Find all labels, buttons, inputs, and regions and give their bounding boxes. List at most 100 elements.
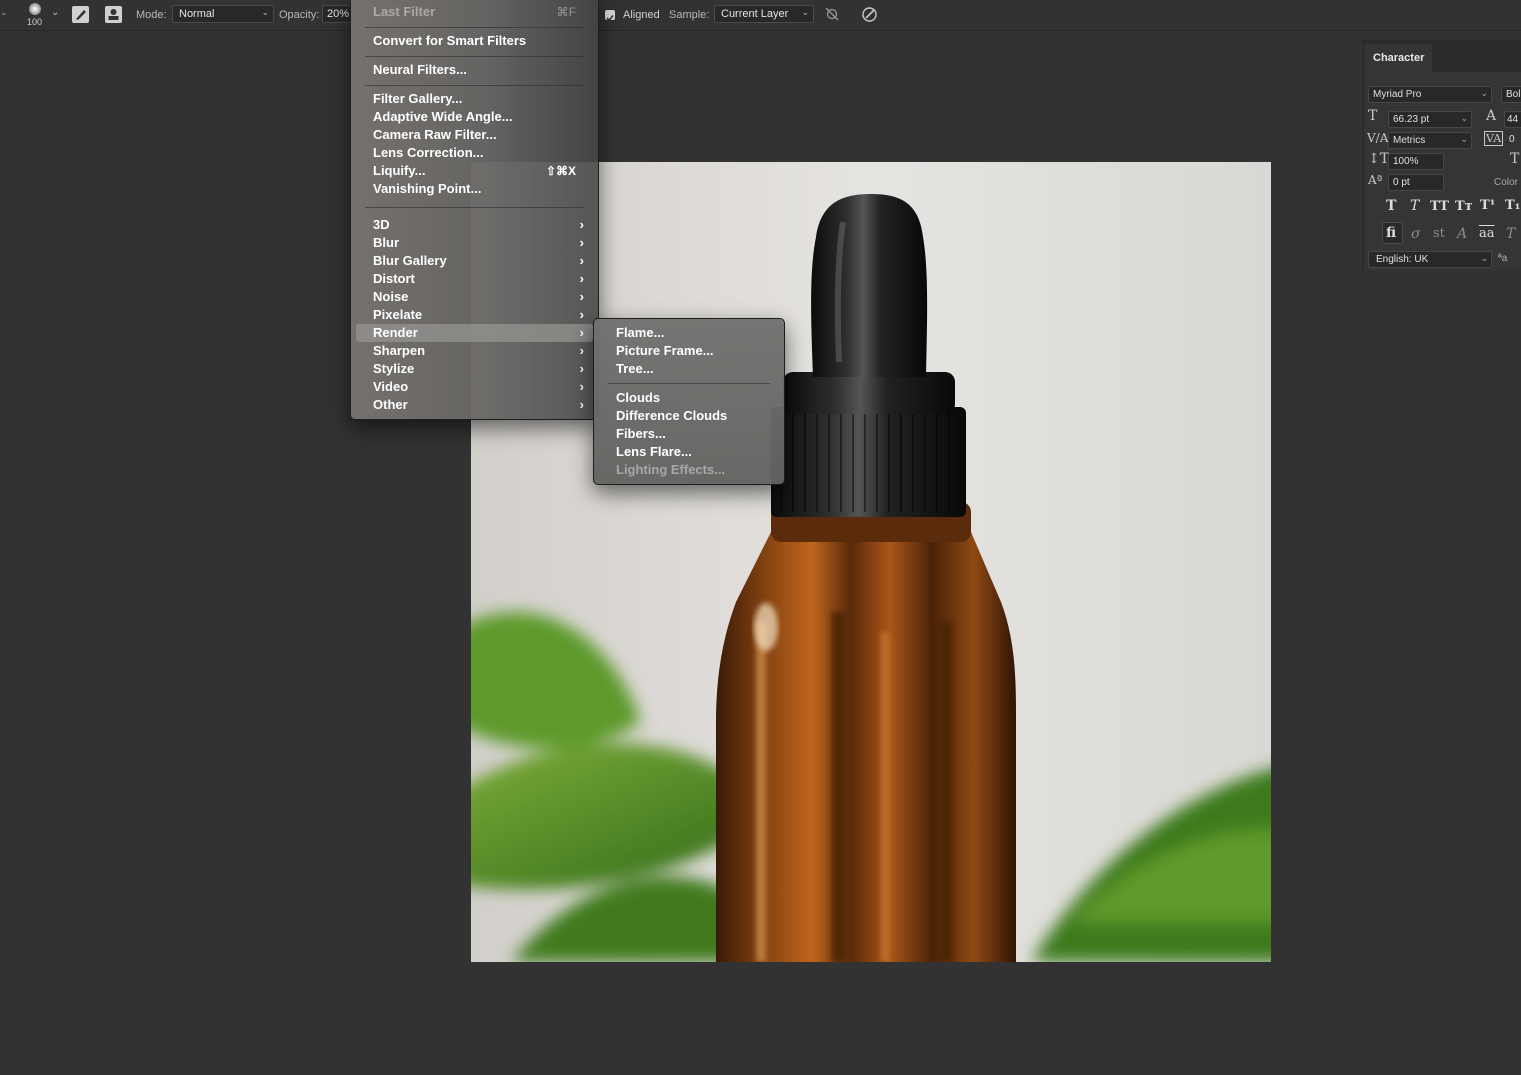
menu-item-filter-gallery[interactable]: Filter Gallery... xyxy=(351,90,598,108)
chevron-right-icon: › xyxy=(579,361,584,376)
menu-item-camera-raw-filter[interactable]: Camera Raw Filter... xyxy=(351,126,598,144)
menu-item-convert-smart-filters[interactable]: Convert for Smart Filters xyxy=(351,32,598,50)
menu-item-label: Vanishing Point... xyxy=(373,181,482,196)
old-style-icon[interactable]: σ xyxy=(1411,226,1421,242)
color-label[interactable]: Color xyxy=(1494,177,1518,188)
vertical-scale-value: 100% xyxy=(1393,156,1419,167)
font-size-value: 66.23 pt xyxy=(1393,114,1430,125)
brush-size-value: 100 xyxy=(27,17,43,27)
titling-alternates-icon[interactable]: T xyxy=(1506,226,1515,242)
small-caps-icon[interactable]: Tт xyxy=(1455,199,1473,214)
horizontal-scale-icon: T xyxy=(1510,151,1520,167)
brush-preview-icon[interactable] xyxy=(29,3,41,15)
chevron-down-icon: ⌄ xyxy=(1480,88,1488,98)
font-size-field[interactable]: 66.23 pt ⌄ xyxy=(1388,111,1472,128)
kerning-select[interactable]: Metrics ⌄ xyxy=(1388,132,1472,149)
menu-item-label: Filter Gallery... xyxy=(373,91,463,106)
language-value: English: UK xyxy=(1376,254,1429,265)
menu-item-label: Video xyxy=(373,379,409,394)
menu-item-liquify[interactable]: Liquify... ⇧⌘X xyxy=(351,162,598,180)
baseline-shift-value: 0 pt xyxy=(1393,177,1410,188)
font-family-value: Myriad Pro xyxy=(1373,89,1422,100)
menu-item-blur-gallery[interactable]: Blur Gallery › xyxy=(351,252,598,270)
font-style-select[interactable]: Bol xyxy=(1501,86,1521,103)
chevron-down-icon: ⌄ xyxy=(261,7,269,17)
stylistic-alternates-icon[interactable]: aa xyxy=(1479,226,1495,241)
menu-item-adaptive-wide-angle[interactable]: Adaptive Wide Angle... xyxy=(351,108,598,126)
menu-item-neural-filters[interactable]: Neural Filters... xyxy=(351,61,598,79)
filter-menu: Last Filter ⌘F Convert for Smart Filters… xyxy=(350,0,599,420)
ligatures-button[interactable]: ﬁ xyxy=(1382,222,1403,244)
submenu-item-clouds[interactable]: Clouds xyxy=(594,389,784,407)
menu-item-label: Render xyxy=(373,325,418,340)
tool-preset-chevron-icon[interactable]: ⌄ xyxy=(0,7,8,18)
submenu-item-lens-flare[interactable]: Lens Flare... xyxy=(594,443,784,461)
chevron-right-icon: › xyxy=(579,343,584,358)
menu-item-label: 3D xyxy=(373,217,390,232)
sample-label: Sample: xyxy=(669,9,710,21)
faux-bold-icon[interactable]: T xyxy=(1386,198,1396,214)
vertical-scale-field[interactable]: 100% xyxy=(1388,153,1444,170)
submenu-item-flame[interactable]: Flame... xyxy=(594,324,784,342)
menu-item-label: Adaptive Wide Angle... xyxy=(373,109,513,124)
menu-item-stylize[interactable]: Stylize › xyxy=(351,360,598,378)
render-submenu: Flame... Picture Frame... Tree... Clouds… xyxy=(593,318,785,485)
menu-item-video[interactable]: Video › xyxy=(351,378,598,396)
anti-aliasing-icon[interactable]: ªa xyxy=(1498,253,1507,264)
pressure-size-icon[interactable] xyxy=(861,6,878,28)
chevron-right-icon: › xyxy=(579,217,584,232)
menu-item-label: Liquify... xyxy=(373,163,426,178)
opacity-field[interactable]: 20% xyxy=(322,5,352,23)
baseline-shift-field[interactable]: 0 pt xyxy=(1388,174,1444,191)
all-caps-icon[interactable]: TT xyxy=(1430,199,1449,214)
submenu-item-fibers[interactable]: Fibers... xyxy=(594,425,784,443)
menu-item-pixelate[interactable]: Pixelate › xyxy=(351,306,598,324)
sample-select[interactable]: Current Layer ⌄ xyxy=(714,5,814,23)
tab-character[interactable]: Character xyxy=(1364,44,1432,72)
menu-item-render[interactable]: Render › xyxy=(356,324,593,342)
menu-item-other[interactable]: Other › xyxy=(351,396,598,414)
superscript-icon[interactable]: T¹ xyxy=(1480,198,1495,213)
shortcut: ⌘F xyxy=(556,5,576,19)
menu-item-distort[interactable]: Distort › xyxy=(351,270,598,288)
menu-separator xyxy=(365,56,584,57)
clone-source-icon[interactable] xyxy=(105,6,122,23)
tracking-value[interactable]: 0 xyxy=(1509,134,1515,145)
font-style-value: Bol xyxy=(1506,89,1521,100)
menu-item-noise[interactable]: Noise › xyxy=(351,288,598,306)
menu-item-lens-correction[interactable]: Lens Correction... xyxy=(351,144,598,162)
chevron-down-icon: ⌄ xyxy=(1480,253,1488,263)
leading-value: 44 xyxy=(1507,114,1519,125)
menu-item-vanishing-point[interactable]: Vanishing Point... xyxy=(351,180,598,198)
shortcut: ⇧⌘X xyxy=(545,164,576,178)
menu-item-label: Sharpen xyxy=(373,343,426,358)
submenu-item-difference-clouds[interactable]: Difference Clouds xyxy=(594,407,784,425)
character-panel: Character Myriad Pro ⌄ Bol T 66.23 pt ⌄ … xyxy=(1363,40,1521,270)
brush-picker-chevron-icon[interactable]: ⌄ xyxy=(51,7,59,18)
menu-item-label: Pixelate xyxy=(373,307,423,322)
tracking-icon: VA xyxy=(1484,131,1504,146)
chevron-right-icon: › xyxy=(579,397,584,412)
submenu-item-tree[interactable]: Tree... xyxy=(594,360,784,378)
menu-item-label: Blur Gallery xyxy=(373,253,447,268)
swash-icon[interactable]: A xyxy=(1457,226,1467,242)
ignore-adjustment-layers-icon[interactable] xyxy=(825,7,839,26)
menu-item-label: Camera Raw Filter... xyxy=(373,127,497,142)
mode-select[interactable]: Normal ⌄ xyxy=(172,5,274,23)
brush-settings-icon[interactable] xyxy=(72,6,89,23)
menu-item-3d[interactable]: 3D › xyxy=(351,216,598,234)
menu-item-sharpen[interactable]: Sharpen › xyxy=(351,342,598,360)
aligned-checkbox[interactable] xyxy=(605,10,615,22)
discretionary-ligatures-icon[interactable]: st xyxy=(1433,226,1445,241)
leading-field[interactable]: 44 xyxy=(1504,111,1521,128)
font-family-select[interactable]: Myriad Pro ⌄ xyxy=(1368,86,1492,103)
language-select[interactable]: English: UK ⌄ xyxy=(1368,251,1492,268)
faux-italic-icon[interactable]: T xyxy=(1410,198,1419,214)
opacity-value: 20% xyxy=(327,8,350,20)
mode-label: Mode: xyxy=(136,9,167,21)
menu-separator xyxy=(365,27,584,28)
menu-item-blur[interactable]: Blur › xyxy=(351,234,598,252)
subscript-icon[interactable]: T₁ xyxy=(1505,198,1520,213)
menu-item-label: Stylize xyxy=(373,361,415,376)
submenu-item-picture-frame[interactable]: Picture Frame... xyxy=(594,342,784,360)
